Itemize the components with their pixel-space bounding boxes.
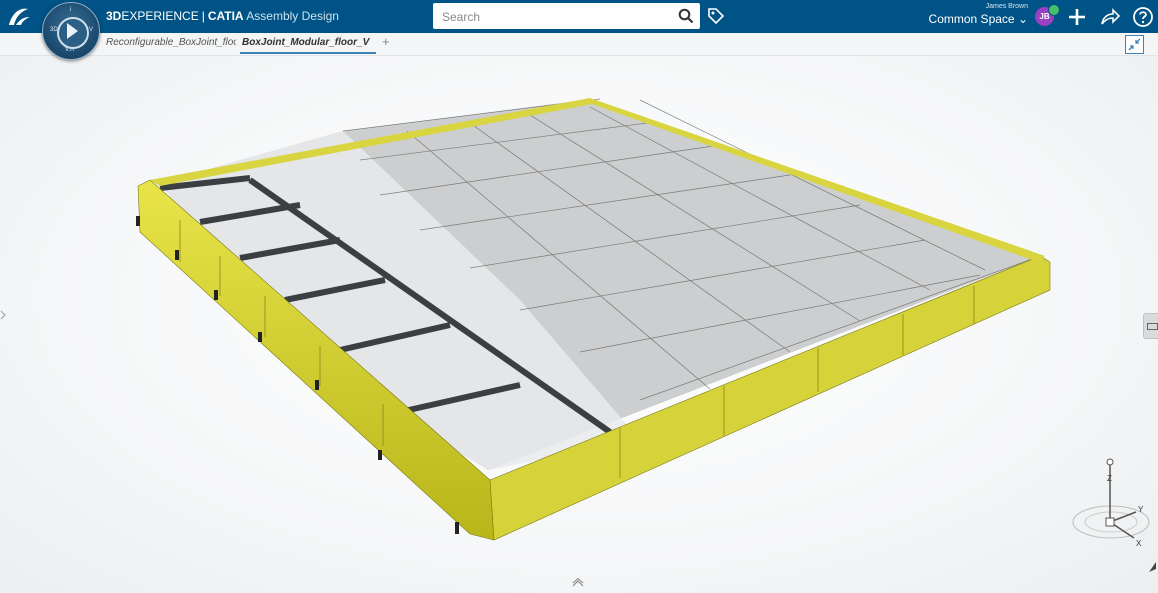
- right-panel-toggle[interactable]: [1143, 313, 1158, 339]
- search-input[interactable]: [440, 7, 669, 27]
- axis-x-label: X: [1136, 539, 1142, 548]
- compass-quadrant-label: i: [70, 7, 72, 13]
- top-bar: 3DEXPERIENCE|CATIA Assembly Design James…: [0, 0, 1158, 33]
- active-tab-indicator: [240, 52, 376, 54]
- collaborative-space[interactable]: Common Space ⌄: [929, 12, 1028, 26]
- chevron-down-icon: ⌄: [1017, 12, 1028, 26]
- tag-icon[interactable]: [706, 6, 726, 26]
- help-icon[interactable]: [1132, 6, 1154, 28]
- axis-z-label: Z: [1107, 474, 1112, 483]
- left-panel-handle[interactable]: [0, 308, 6, 322]
- compass-icon[interactable]: 3D V.R i V: [42, 2, 100, 60]
- tab-boxjoint-modular-floor[interactable]: BoxJoint_Modular_floor_V: [242, 37, 373, 48]
- add-tab-button[interactable]: +: [382, 34, 390, 49]
- search-box: [433, 3, 700, 29]
- user-block[interactable]: James Brown Common Space ⌄: [929, 3, 1028, 26]
- product-name: CATIA: [207, 9, 244, 23]
- tab-reconfigurable-boxjoint-floor[interactable]: Reconfigurable_BoxJoint_floor: [106, 37, 236, 48]
- brand-light: EXPERIENCE: [121, 9, 199, 23]
- module-name: Assembly Design: [246, 9, 339, 23]
- 3d-viewport[interactable]: [0, 56, 1158, 593]
- play-icon: [67, 23, 78, 39]
- add-icon[interactable]: [1066, 6, 1088, 28]
- brand-bold: 3D: [106, 9, 122, 23]
- axis-y-label: Y: [1138, 505, 1144, 514]
- panel-icon: [1147, 323, 1158, 330]
- ds-logo-icon[interactable]: [6, 5, 32, 29]
- resize-corner-icon[interactable]: [1147, 561, 1157, 573]
- user-name: James Brown: [985, 3, 1028, 10]
- bottom-panel-handle[interactable]: [571, 578, 585, 588]
- space-label: Common Space: [928, 12, 1015, 26]
- axis-compass[interactable]: Z Y X: [1066, 452, 1156, 552]
- compass-quadrant-label: V: [89, 27, 94, 33]
- collapse-icon[interactable]: [1125, 35, 1144, 54]
- brand-separator: |: [201, 9, 205, 23]
- online-status-icon: [1048, 4, 1060, 16]
- search-icon[interactable]: [678, 8, 694, 24]
- share-icon[interactable]: [1099, 6, 1121, 28]
- tab-bar: Reconfigurable_BoxJoint_floor BoxJoint_M…: [0, 33, 1158, 56]
- app-title: 3DEXPERIENCE | CATIA Assembly Design: [106, 9, 339, 23]
